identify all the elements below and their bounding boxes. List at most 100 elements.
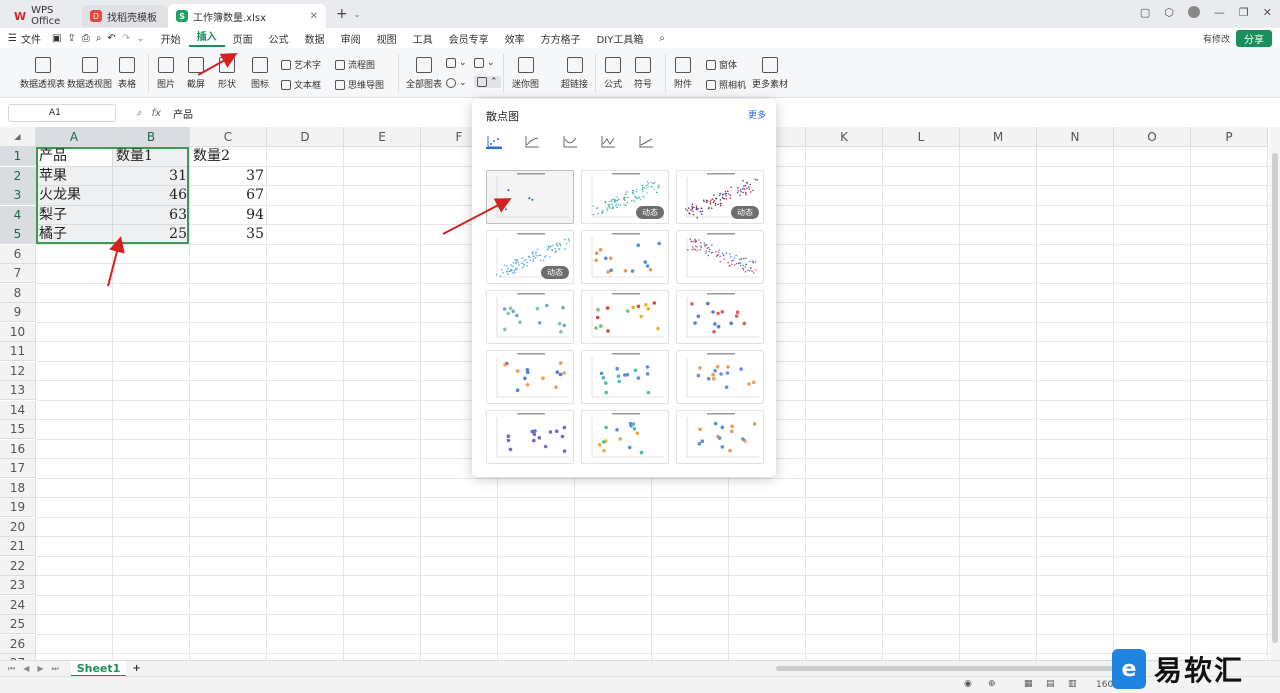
cell[interactable]: 25 [113,225,190,244]
smooth-line-scatter-subtype-icon[interactable] [524,135,540,149]
line-chart-button[interactable]: ⌄ [474,58,495,68]
screenshot-button[interactable]: 截屏 [187,48,205,90]
scatter-template-thumbnail[interactable] [486,350,574,404]
scatter-template-thumbnail[interactable] [676,230,764,284]
cell[interactable]: 橘子 [36,225,113,244]
cube-icon[interactable]: ⬡ [1164,6,1174,19]
has-changes-label[interactable]: 有修改 [1203,32,1230,45]
scroll-thumb[interactable] [1272,153,1278,643]
sparkline-button[interactable]: 迷你图 [512,48,539,90]
scatter-template-thumbnail[interactable] [486,410,574,464]
row-header[interactable]: 20 [0,517,36,537]
column-header[interactable]: C [190,127,267,147]
scatter-template-thumbnail[interactable] [581,350,669,404]
menu-tools[interactable]: 工具 [405,31,441,46]
tab-wps-office[interactable]: W WPS Office [6,5,82,27]
column-header[interactable]: N [1037,127,1114,147]
horizontal-scrollbar[interactable] [776,666,1116,671]
row-header[interactable]: 2 [0,166,36,186]
pivot-table-button[interactable]: 数据透视表 [20,48,65,90]
fx-icon[interactable]: fx [152,108,161,119]
attachment-button[interactable]: 附件 [674,48,692,90]
column-header[interactable]: M [960,127,1037,147]
menu-member[interactable]: 会员专享 [441,31,497,46]
pie-chart-button[interactable]: ⌄ [446,78,467,88]
menu-efficiency[interactable]: 效率 [497,31,533,46]
cell[interactable]: 46 [113,186,190,205]
window-mode-icon[interactable]: ▢ [1140,6,1150,19]
icon-button[interactable]: 图标 [251,48,269,90]
menu-home[interactable]: 开始 [153,31,189,46]
preview-icon[interactable]: ⌕ [93,33,105,44]
row-header[interactable]: 13 [0,381,36,400]
hamburger-icon[interactable]: ☰ [0,33,19,44]
menu-page[interactable]: 页面 [225,31,261,46]
cell[interactable]: 梨子 [36,206,113,225]
scatter-template-thumbnail[interactable] [676,290,764,344]
eye-icon[interactable]: ◉ [964,679,972,689]
straight-line-subtype-icon[interactable] [638,135,654,149]
column-header[interactable]: L [883,127,960,147]
vertical-scrollbar[interactable] [1270,127,1280,660]
more-icon[interactable]: ⌄ [133,33,152,44]
more-materials-button[interactable]: 更多素材 [752,48,788,90]
cell[interactable]: 31 [113,167,190,186]
cell[interactable]: 63 [113,206,190,225]
straight-line-scatter-subtype-icon[interactable] [600,135,616,149]
form-button[interactable]: 窗体 [706,58,737,71]
avatar[interactable] [1187,6,1200,18]
close-window-icon[interactable]: ✕ [1263,6,1272,19]
chevron-down-icon[interactable]: ⌄ [354,10,361,19]
save-icon[interactable]: ▣ [49,33,64,44]
row-header[interactable]: 11 [0,342,36,361]
column-header[interactable]: K [806,127,883,147]
search-icon[interactable]: ⌕ [651,33,673,44]
page-break-icon[interactable]: ▥ [1068,679,1077,689]
column-header[interactable]: A [36,127,113,147]
tab-docer[interactable]: D 找稻壳模板 [82,5,168,27]
camera-button[interactable]: 照相机 [706,78,746,91]
minimize-icon[interactable]: — [1214,6,1225,19]
row-header[interactable]: 8 [0,283,36,303]
page-layout-icon[interactable]: ▤ [1046,679,1055,689]
scatter-template-thumbnail[interactable] [486,290,574,344]
select-all-corner[interactable]: ◢ [0,127,36,147]
zoom-icon[interactable]: ⌕ [136,108,142,119]
cell[interactable]: 94 [190,206,267,225]
row-header[interactable]: 6 [0,244,36,264]
last-sheet-icon[interactable]: ⏭ [52,664,59,674]
menu-file[interactable]: 文件 [19,31,49,46]
formula-input[interactable]: 产品 [173,106,193,121]
cell[interactable]: 苹果 [36,167,113,186]
scatter-template-thumbnail[interactable]: 动态 [581,170,669,224]
column-header[interactable]: B [113,127,190,147]
cell[interactable]: 数量2 [190,147,267,166]
scatter-subtype-icon[interactable] [486,135,502,149]
shape-button[interactable]: 形状 [218,48,236,90]
row-header[interactable]: 10 [0,322,36,342]
zoom-level[interactable]: 160 [1096,680,1113,690]
art-text-button[interactable]: 艺术字 [281,58,321,71]
row-header[interactable]: 22 [0,556,36,576]
column-header[interactable]: D [267,127,344,147]
normal-view-icon[interactable]: ▦ [1024,679,1033,689]
picture-button[interactable]: 图片 [157,48,175,90]
menu-ffgz[interactable]: 方方格子 [533,31,589,46]
menu-insert[interactable]: 插入 [188,29,225,47]
print-icon[interactable]: ⎙ [79,33,93,44]
scatter-template-thumbnail[interactable] [676,350,764,404]
hyperlink-button[interactable]: 超链接 [561,48,588,90]
menu-review[interactable]: 审阅 [333,31,369,46]
bar-chart-button[interactable]: ⌄ [446,58,467,68]
target-icon[interactable]: ⊕ [988,679,996,689]
row-header[interactable]: 3 [0,186,36,205]
scatter-chart-button[interactable]: ⌃ [474,76,501,88]
row-header[interactable]: 25 [0,615,36,634]
row-header[interactable]: 26 [0,634,36,654]
row-header[interactable]: 9 [0,303,36,322]
row-header[interactable]: 19 [0,498,36,517]
row-header[interactable]: 15 [0,420,36,439]
restore-icon[interactable]: ❐ [1239,6,1249,19]
row-header[interactable]: 1 [0,147,36,166]
share-button[interactable]: 分享 [1236,29,1272,47]
